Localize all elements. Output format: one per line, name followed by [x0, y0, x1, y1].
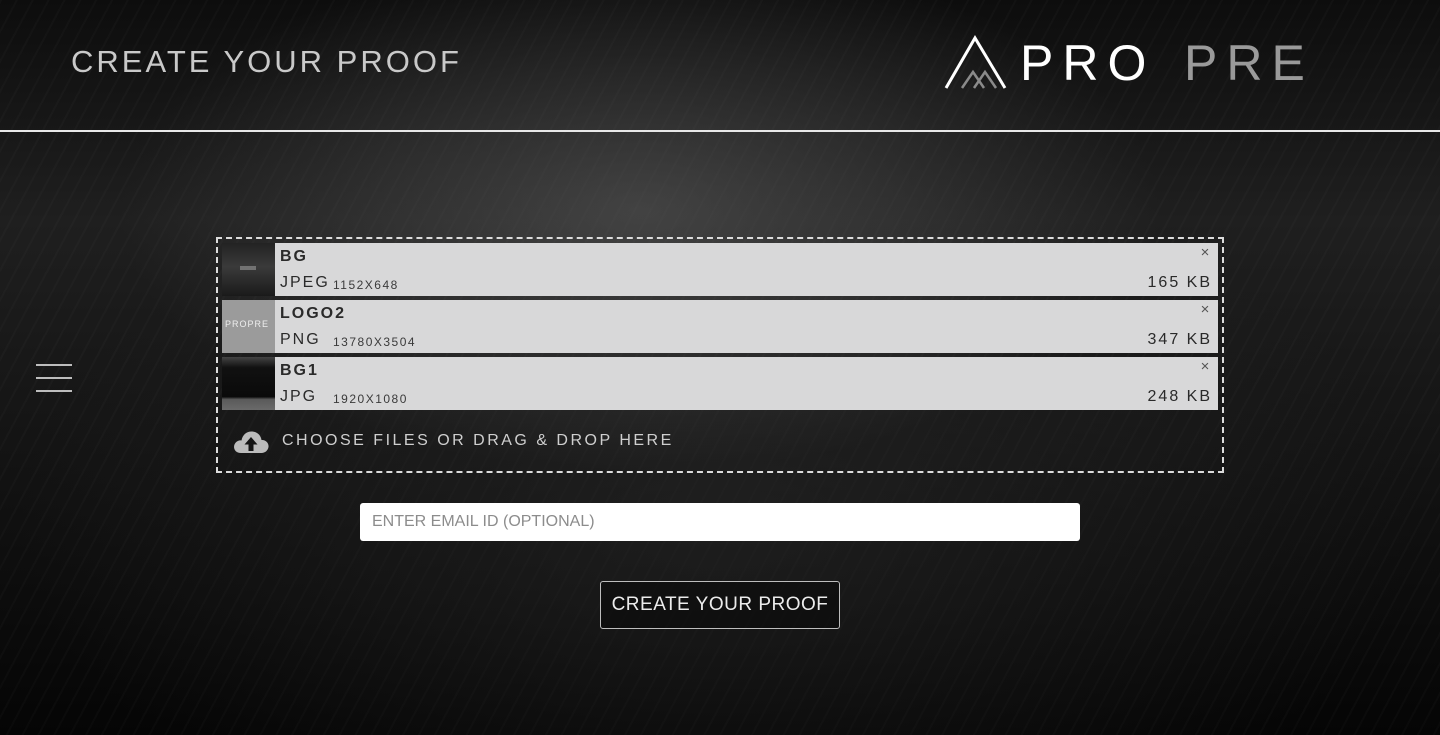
logo-text-primary: PRO	[1020, 35, 1155, 91]
remove-file-button[interactable]: ×	[1198, 359, 1212, 374]
logo-mark-icon: PRO PRE	[944, 35, 1314, 91]
page-header: CREATE YOUR PROOF PRO PRE	[0, 0, 1440, 132]
file-dimensions: 1152X648	[333, 278, 399, 292]
remove-file-button[interactable]: ×	[1198, 245, 1212, 260]
create-proof-button[interactable]: CREATE YOUR PROOF	[600, 581, 840, 629]
file-type: PNG	[280, 331, 321, 348]
file-size: 248 KB	[1147, 388, 1212, 405]
thumbnail-logo-text: PROPRE	[225, 319, 270, 329]
menu-line	[36, 377, 72, 379]
menu-line	[36, 390, 72, 392]
file-dimensions: 13780X3504	[333, 335, 417, 349]
menu-line	[36, 364, 72, 366]
file-size: 347 KB	[1147, 331, 1212, 348]
file-type: JPG	[280, 388, 318, 405]
file-thumbnail	[222, 243, 275, 296]
brand-logo[interactable]: PRO PRE	[944, 32, 1334, 92]
file-item: PROPRE LOGO2 PNG 13780X3504 347 KB ×	[222, 300, 1218, 353]
file-thumbnail: PROPRE	[222, 300, 275, 353]
file-thumbnail	[222, 357, 275, 410]
choose-files-label: CHOOSE FILES OR DRAG & DROP HERE	[282, 432, 674, 449]
file-name: BG	[280, 248, 308, 265]
email-field[interactable]	[360, 503, 1080, 541]
remove-file-button[interactable]: ×	[1198, 302, 1212, 317]
file-type: JPEG	[280, 274, 330, 291]
cloud-upload-icon	[234, 431, 269, 453]
choose-files-button[interactable]: CHOOSE FILES OR DRAG & DROP HERE	[232, 427, 832, 457]
file-size: 165 KB	[1147, 274, 1212, 291]
file-item: BG1 JPG 1920X1080 248 KB ×	[222, 357, 1218, 410]
file-dimensions: 1920X1080	[333, 392, 408, 406]
file-dropzone[interactable]: BG JPEG 1152X648 165 KB × PROPRE LOGO2 P…	[216, 237, 1224, 473]
file-name: BG1	[280, 362, 319, 379]
file-name: LOGO2	[280, 305, 347, 322]
logo-text-secondary: PRE	[1184, 35, 1314, 91]
file-item: BG JPEG 1152X648 165 KB ×	[222, 243, 1218, 296]
page-title: CREATE YOUR PROOF	[71, 44, 462, 79]
hamburger-icon[interactable]	[36, 364, 72, 394]
